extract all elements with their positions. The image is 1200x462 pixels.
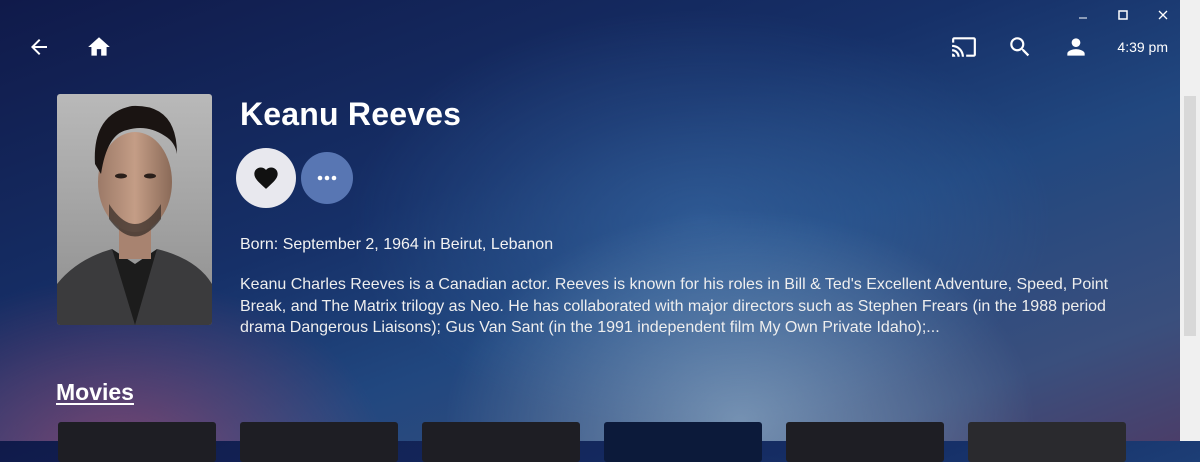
movies-section-title[interactable]: Movies [56, 379, 134, 406]
more-horizontal-icon [317, 175, 337, 181]
close-window-button[interactable] [1156, 6, 1170, 24]
movie-card[interactable] [240, 422, 398, 462]
scrollbar[interactable] [1180, 0, 1200, 441]
maximize-icon [1118, 10, 1128, 20]
top-nav-left [26, 34, 112, 60]
search-button[interactable] [1007, 34, 1033, 60]
clock: 4:39 pm [1117, 39, 1168, 55]
person-portrait [57, 94, 212, 325]
birth-info: Born: September 2, 1964 in Beirut, Leban… [240, 236, 554, 253]
movie-card[interactable] [58, 422, 216, 462]
cast-button[interactable] [951, 34, 977, 60]
search-icon [1010, 37, 1030, 57]
top-nav-right: 4:39 pm [951, 34, 1168, 60]
movies-row [58, 422, 1126, 462]
biography: Keanu Charles Reeves is a Canadian actor… [240, 276, 1109, 336]
user-button[interactable] [1063, 34, 1089, 60]
home-button[interactable] [86, 34, 112, 60]
minimize-icon [1079, 17, 1087, 19]
movie-card[interactable] [968, 422, 1126, 462]
user-icon [1067, 38, 1086, 56]
minimize-button[interactable] [1076, 6, 1090, 24]
movie-card[interactable] [422, 422, 580, 462]
window-controls [1076, 6, 1170, 24]
person-name: Keanu Reeves [240, 96, 462, 132]
home-icon [88, 37, 110, 56]
cast-icon [952, 37, 977, 57]
movie-card[interactable] [786, 422, 944, 462]
favorite-button[interactable] [236, 148, 296, 208]
heart-icon [254, 167, 278, 189]
close-icon [1158, 10, 1168, 20]
back-button[interactable] [26, 34, 52, 60]
scrollbar-thumb[interactable] [1184, 96, 1196, 336]
movie-card[interactable] [604, 422, 762, 462]
back-arrow-icon [31, 39, 47, 55]
maximize-button[interactable] [1116, 6, 1130, 24]
more-options-button[interactable] [301, 152, 353, 204]
